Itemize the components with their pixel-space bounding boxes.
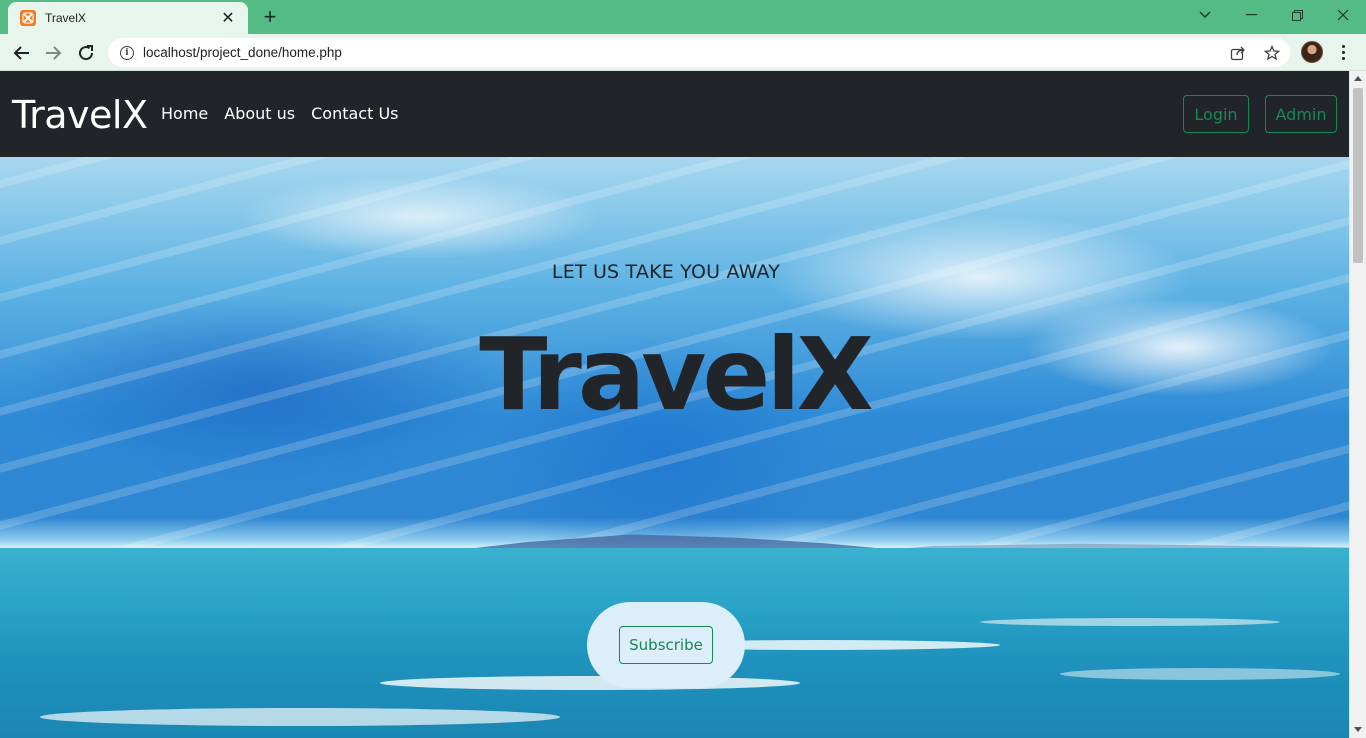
bookmark-star-icon[interactable] xyxy=(1263,44,1281,62)
browser-toolbar: i localhost/project_done/home.php xyxy=(0,34,1366,71)
window-close-icon[interactable] xyxy=(1328,3,1358,27)
restore-icon[interactable] xyxy=(1282,3,1312,27)
navbar-brand[interactable]: TravelX xyxy=(12,93,148,137)
browser-menu-icon[interactable] xyxy=(1334,41,1352,63)
subscribe-button[interactable]: Subscribe xyxy=(619,626,713,664)
tab-search-chevron-icon[interactable] xyxy=(1190,3,1220,27)
scroll-up-arrow-icon[interactable] xyxy=(1354,76,1362,81)
browser-tabstrip: TravelX ✕ + xyxy=(0,0,1366,34)
wave-foam xyxy=(40,708,560,726)
profile-avatar[interactable] xyxy=(1301,41,1323,63)
login-button[interactable]: Login xyxy=(1183,95,1249,133)
scrollbar-thumb[interactable] xyxy=(1353,88,1363,263)
site-info-icon[interactable]: i xyxy=(120,45,134,60)
site-navbar: TravelX Home About us Contact Us Login A… xyxy=(0,71,1349,157)
hero-kicker: LET US TAKE YOU AWAY xyxy=(551,261,781,283)
wave-foam xyxy=(380,676,800,690)
reload-icon[interactable] xyxy=(73,40,99,66)
wave-foam xyxy=(980,618,1280,626)
minimize-icon[interactable] xyxy=(1236,3,1266,27)
subscribe-container: Subscribe xyxy=(587,602,745,688)
page-scrollbar[interactable] xyxy=(1349,71,1366,738)
back-arrow-icon[interactable] xyxy=(8,40,34,66)
new-tab-icon[interactable]: + xyxy=(258,4,282,29)
nav-link-home[interactable]: Home xyxy=(161,104,208,123)
scroll-down-arrow-icon[interactable] xyxy=(1354,727,1362,732)
nav-link-about-us[interactable]: About us xyxy=(224,104,295,123)
nav-link-contact-us[interactable]: Contact Us xyxy=(311,104,398,123)
hero-section: LET US TAKE YOU AWAY TravelX Subscribe xyxy=(0,157,1349,738)
page-viewport: TravelX Home About us Contact Us Login A… xyxy=(0,71,1349,738)
address-bar[interactable]: i localhost/project_done/home.php xyxy=(108,38,1290,67)
hero-title: TravelX xyxy=(479,316,873,433)
share-icon[interactable] xyxy=(1229,44,1247,62)
nav-links: Home About us Contact Us xyxy=(161,104,399,123)
browser-tab[interactable]: TravelX ✕ xyxy=(8,2,248,34)
tab-title: TravelX xyxy=(45,11,86,25)
forward-arrow-icon[interactable] xyxy=(41,40,67,66)
tab-close-icon[interactable]: ✕ xyxy=(218,8,238,28)
xampp-favicon-icon xyxy=(20,10,36,26)
wave-foam xyxy=(1060,668,1340,680)
admin-button[interactable]: Admin xyxy=(1265,95,1337,133)
address-url[interactable]: localhost/project_done/home.php xyxy=(143,45,342,60)
